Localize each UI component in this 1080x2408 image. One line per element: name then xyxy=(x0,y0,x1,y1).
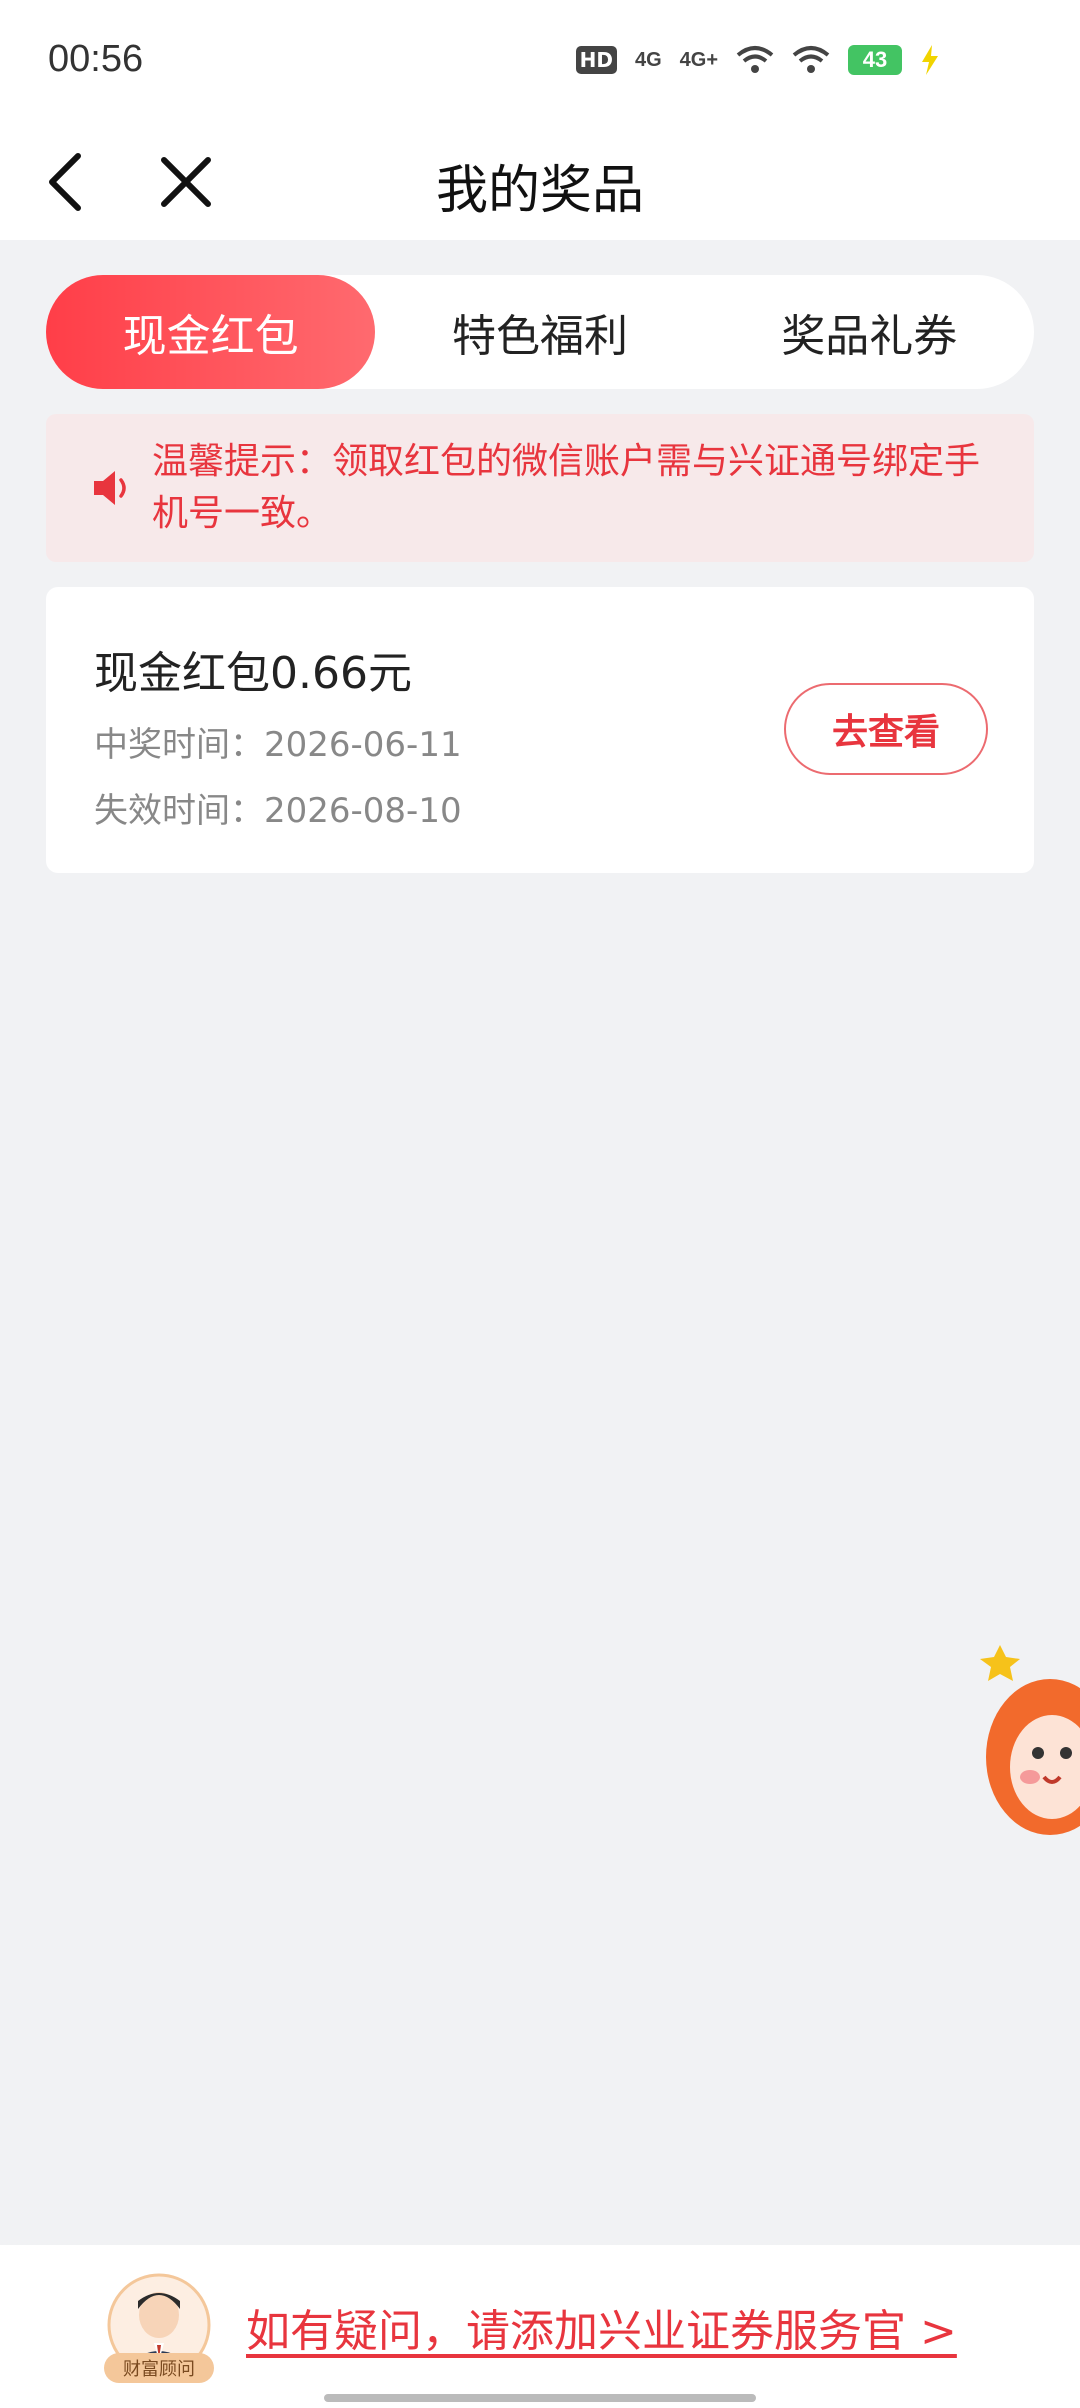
battery-icon: 43 xyxy=(848,45,902,75)
signal-4g-icon: 4G xyxy=(634,48,662,71)
service-officer-link[interactable]: 如有疑问，请添加兴业证券服务官 > xyxy=(246,2295,957,2359)
tab-special-benefits[interactable]: 特色福利 xyxy=(375,275,704,389)
nav-header: 我的奖品 xyxy=(0,120,1080,240)
bottom-bar: 财富顾问 如有疑问，请添加兴业证券服务官 > xyxy=(0,2245,1080,2408)
win-time: 中奖时间：2026-06-11 xyxy=(94,725,462,765)
status-time: 00:56 xyxy=(48,38,144,80)
speaker-icon xyxy=(94,471,126,505)
page-title: 我的奖品 xyxy=(435,161,644,221)
status-icons: HD 4G 4G+ 43 xyxy=(575,40,940,80)
tab-prize-coupons[interactable]: 奖品礼券 xyxy=(705,275,1034,389)
signal-4g-plus-icon: 4G+ xyxy=(679,48,718,71)
wifi-icon-2 xyxy=(792,46,830,73)
tab-cash-red-packet[interactable]: 现金红包 xyxy=(46,275,376,389)
notice-banner: 温馨提示：领取红包的微信账户需与兴证通号绑定手机号一致。 xyxy=(46,414,1034,562)
mascot-float-button[interactable] xyxy=(970,1645,1080,1845)
hd-icon: HD xyxy=(575,46,617,74)
prize-tabs: 现金红包 特色福利 奖品礼券 xyxy=(46,275,1034,389)
notice-text: 温馨提示：领取红包的微信账户需与兴证通号绑定手机号一致。 xyxy=(152,441,981,534)
charging-icon xyxy=(922,45,938,75)
status-bar: 00:56 HD 4G 4G+ 43 xyxy=(0,0,1080,120)
prize-card: 现金红包0.66元 中奖时间：2026-06-11 失效时间：2026-08-1… xyxy=(46,587,1034,873)
expire-time: 失效时间：2026-08-10 xyxy=(94,791,462,831)
advisor-avatar[interactable]: 财富顾问 xyxy=(104,2273,214,2383)
view-prize-button[interactable]: 去查看 xyxy=(784,683,988,775)
home-indicator[interactable] xyxy=(324,2394,756,2402)
advisor-badge: 财富顾问 xyxy=(104,2353,214,2383)
prize-title: 现金红包0.66元 xyxy=(94,648,412,699)
mascot-icon xyxy=(980,1645,1080,1835)
wifi-icon xyxy=(736,46,774,73)
